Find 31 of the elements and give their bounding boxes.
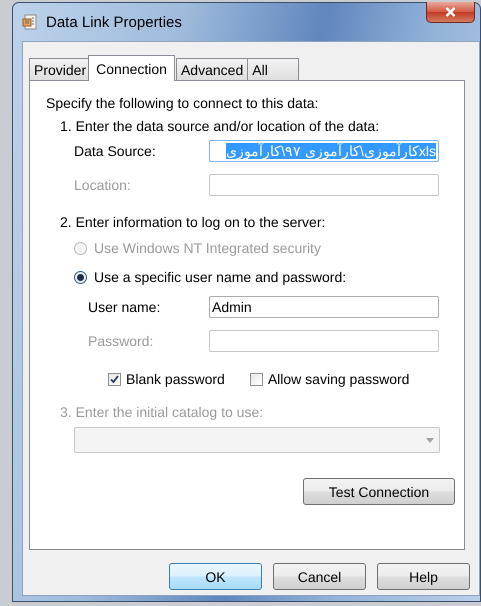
window-title: Data Link Properties (46, 14, 182, 30)
section-heading: 1. Enter the data source and/or location of the data: (60, 118, 380, 134)
field-label: Data Source: (74, 143, 157, 159)
checkbox[interactable] (250, 372, 263, 386)
location-field[interactable] (209, 174, 439, 196)
user-name-field[interactable]: Admin (209, 296, 439, 318)
section-heading: 3. Enter the initial catalog to use: (60, 404, 264, 420)
password-field[interactable] (209, 330, 439, 352)
app-window-icon (22, 14, 38, 30)
tab[interactable]: All (247, 58, 300, 80)
radio-label: Use a specific user name and password: (94, 269, 346, 285)
dropdown-arrow-icon (426, 438, 434, 442)
checkmark-icon (110, 374, 119, 384)
section-heading: 2. Enter information to log on to the server: (60, 214, 326, 230)
checkbox-label: Allow saving password (268, 371, 410, 387)
tab[interactable]: Connection (88, 55, 175, 81)
field-label: Password: (88, 333, 154, 349)
test-connection-button[interactable]: Test Connection (303, 478, 455, 505)
cancel-button[interactable]: Cancel (273, 563, 366, 590)
field-label: User name: (88, 299, 162, 315)
tab[interactable]: Advanced (176, 58, 248, 80)
radio-button[interactable] (74, 270, 87, 284)
help-button[interactable]: Help (377, 563, 470, 590)
close-button[interactable] (426, 2, 475, 23)
radio-label: Use Windows NT Integrated security (94, 240, 321, 256)
checkbox-label: Blank password (126, 371, 225, 387)
close-icon (445, 7, 456, 17)
checkbox[interactable] (108, 372, 121, 386)
ok-button[interactable]: OK (169, 563, 262, 590)
field-label: Location: (74, 177, 132, 193)
intro-text: Specify the following to connect to this data: (46, 95, 320, 111)
